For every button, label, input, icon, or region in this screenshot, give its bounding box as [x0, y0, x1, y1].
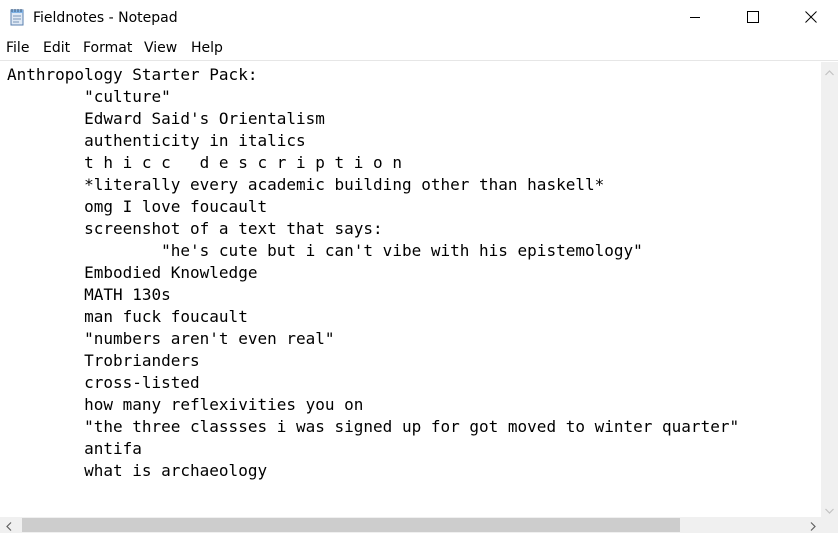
- text-line: t h i c c d e s c r i p t i o n: [7, 153, 402, 172]
- vertical-scrollbar[interactable]: [821, 62, 838, 517]
- text-line: "numbers aren't even real": [7, 329, 335, 348]
- menu-edit[interactable]: Edit: [43, 39, 70, 57]
- text-line: authenticity in italics: [7, 131, 306, 150]
- text-line: Embodied Knowledge: [7, 263, 258, 282]
- text-line: *literally every academic building other…: [7, 175, 605, 194]
- scroll-down-button[interactable]: [821, 500, 838, 517]
- chevron-left-icon: [5, 516, 12, 533]
- text-line: Edward Said's Orientalism: [7, 109, 325, 128]
- text-line: what is archaeology: [7, 461, 268, 480]
- notepad-icon: [8, 8, 26, 26]
- text-line: screenshot of a text that says:: [7, 219, 383, 238]
- minimize-icon: [689, 11, 701, 23]
- text-editor[interactable]: Anthropology Starter Pack: "culture" Edw…: [0, 62, 821, 517]
- chevron-down-icon: [825, 499, 834, 518]
- maximize-icon: [747, 10, 759, 23]
- menu-file[interactable]: File: [6, 39, 29, 57]
- chevron-up-icon: [825, 61, 834, 80]
- text-line: man fuck foucault: [7, 307, 248, 326]
- chevron-right-icon: [810, 516, 816, 533]
- title-bar[interactable]: Fieldnotes - Notepad: [0, 0, 838, 36]
- maximize-button[interactable]: [724, 0, 782, 33]
- minimize-button[interactable]: [666, 0, 724, 33]
- horizontal-scroll-thumb[interactable]: [22, 518, 680, 532]
- text-line: how many reflexivities you on: [7, 395, 364, 414]
- scroll-left-button[interactable]: [0, 517, 17, 533]
- text-line: Trobrianders: [7, 351, 200, 370]
- scroll-right-button[interactable]: [804, 517, 821, 533]
- menu-view[interactable]: View: [144, 39, 177, 57]
- text-line: "culture": [7, 87, 171, 106]
- close-icon: [805, 10, 817, 23]
- scroll-up-button[interactable]: [821, 62, 838, 79]
- text-line: cross-listed: [7, 373, 200, 392]
- close-button[interactable]: [782, 0, 838, 33]
- text-line: "the three classses i was signed up for …: [7, 417, 740, 436]
- menu-format[interactable]: Format: [83, 39, 132, 57]
- text-line: antifa: [7, 439, 142, 458]
- text-line: Anthropology Starter Pack:: [7, 65, 258, 84]
- horizontal-scrollbar[interactable]: [0, 517, 821, 533]
- text-line: MATH 130s: [7, 285, 171, 304]
- scrollbar-corner: [821, 517, 838, 533]
- menu-help[interactable]: Help: [191, 39, 223, 57]
- menu-bar: File Edit Format View Help: [0, 36, 838, 61]
- text-line: omg I love foucault: [7, 197, 268, 216]
- text-line: "he's cute but i can't vibe with his epi…: [7, 241, 643, 260]
- window-title: Fieldnotes - Notepad: [33, 10, 178, 26]
